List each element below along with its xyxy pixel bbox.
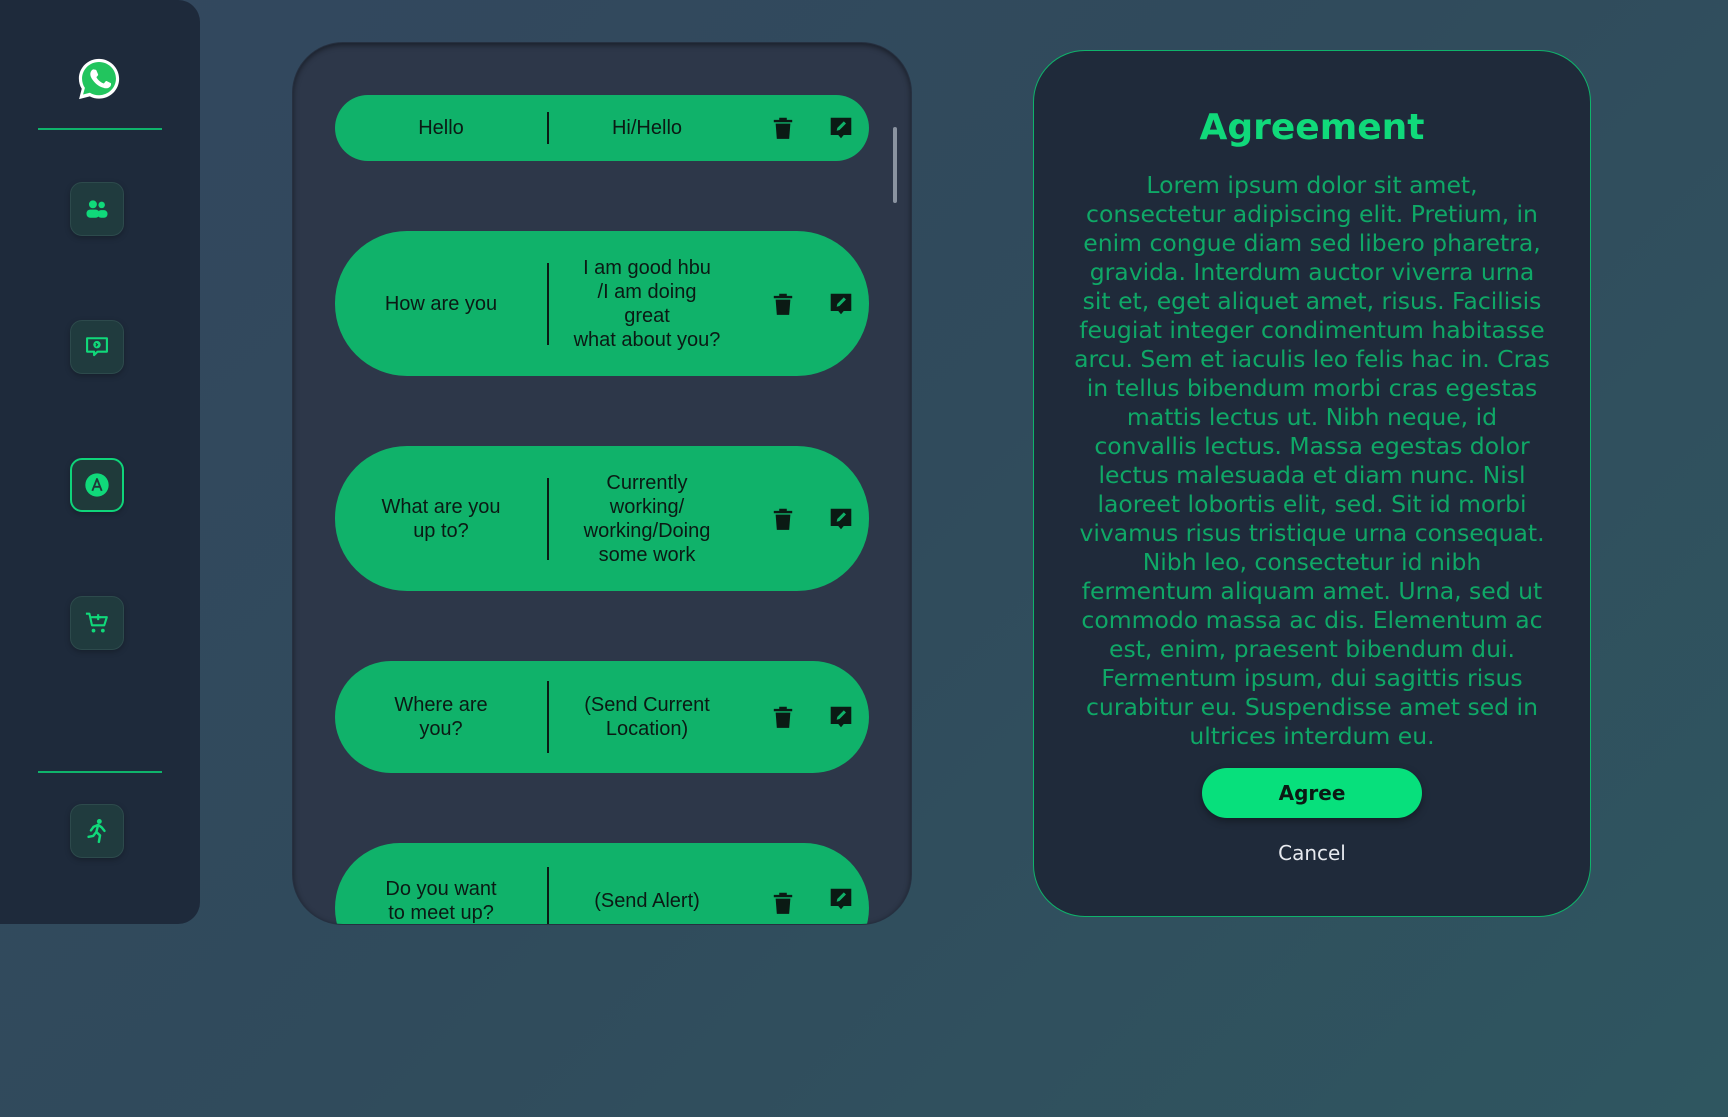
trash-icon: [773, 117, 793, 139]
delete-button[interactable]: [763, 499, 803, 539]
faq-answer: I am good hbu /I am doing great what abo…: [573, 256, 721, 351]
chat-bubble-icon: [86, 337, 108, 357]
faq-question: How are you: [384, 292, 498, 315]
agree-button[interactable]: Agree: [1202, 768, 1422, 818]
edit-icon: [830, 293, 852, 314]
faq-row[interactable]: What are you up to? Currently working/ w…: [335, 446, 869, 591]
edit-button[interactable]: [821, 697, 861, 737]
faq-row[interactable]: Hello Hi/Hello: [335, 95, 869, 161]
sidebar-item-exit[interactable]: [70, 804, 124, 858]
faq-row[interactable]: Where are you? (Send Current Location): [335, 661, 869, 773]
faq-question: Do you want to meet up?: [385, 878, 497, 924]
sidebar: [0, 0, 200, 924]
sidebar-divider-top: [38, 128, 162, 130]
delete-button[interactable]: [763, 883, 803, 923]
sidebar-item-messages[interactable]: [70, 320, 124, 374]
sidebar-item-contacts[interactable]: [70, 182, 124, 236]
scrollbar[interactable]: [893, 127, 897, 203]
edit-button[interactable]: [821, 879, 861, 919]
faq-row[interactable]: Do you want to meet up? (Send Alert): [335, 843, 869, 924]
agreement-dialog: Agreement Lorem ipsum dolor sit amet, co…: [1033, 50, 1591, 917]
edit-icon: [830, 508, 852, 529]
running-person-icon: [87, 818, 106, 844]
edit-button[interactable]: [821, 108, 861, 148]
trash-icon: [773, 293, 793, 315]
sidebar-item-shop[interactable]: [70, 596, 124, 650]
letter-a-circle-icon: [85, 473, 109, 497]
edit-icon: [830, 706, 852, 728]
edit-button[interactable]: [821, 284, 861, 324]
faq-answer: (Send Alert): [594, 890, 700, 912]
autoreply-list-panel: Hello Hi/Hello How are you I am good hbu…: [293, 43, 911, 924]
users-icon: [86, 200, 108, 218]
trash-icon: [773, 508, 793, 530]
faq-answer: Currently working/ working/Doing some wo…: [583, 471, 711, 566]
edit-button[interactable]: [821, 499, 861, 539]
delete-button[interactable]: [763, 284, 803, 324]
faq-answer: (Send Current Location): [584, 694, 710, 740]
faq-question: Where are you?: [394, 694, 488, 740]
sidebar-item-autoreply[interactable]: [70, 458, 124, 512]
trash-icon: [773, 706, 793, 728]
faq-question: What are you up to?: [381, 495, 501, 542]
trash-icon: [773, 892, 793, 914]
faq-row[interactable]: How are you I am good hbu /I am doing gr…: [335, 231, 869, 376]
delete-button[interactable]: [763, 697, 803, 737]
cancel-button[interactable]: Cancel: [1034, 841, 1590, 865]
faq-answer: Hi/Hello: [611, 117, 683, 139]
edit-icon: [830, 888, 852, 910]
faq-question: Hello: [418, 117, 464, 139]
edit-icon: [830, 117, 852, 139]
agreement-text: Lorem ipsum dolor sit amet, consectetur …: [1074, 171, 1550, 750]
delete-button[interactable]: [763, 108, 803, 148]
agreement-title: Agreement: [1199, 107, 1425, 148]
cart-icon: [85, 612, 108, 633]
sidebar-divider-bottom: [38, 771, 162, 773]
whatsapp-logo-icon[interactable]: [76, 56, 122, 102]
